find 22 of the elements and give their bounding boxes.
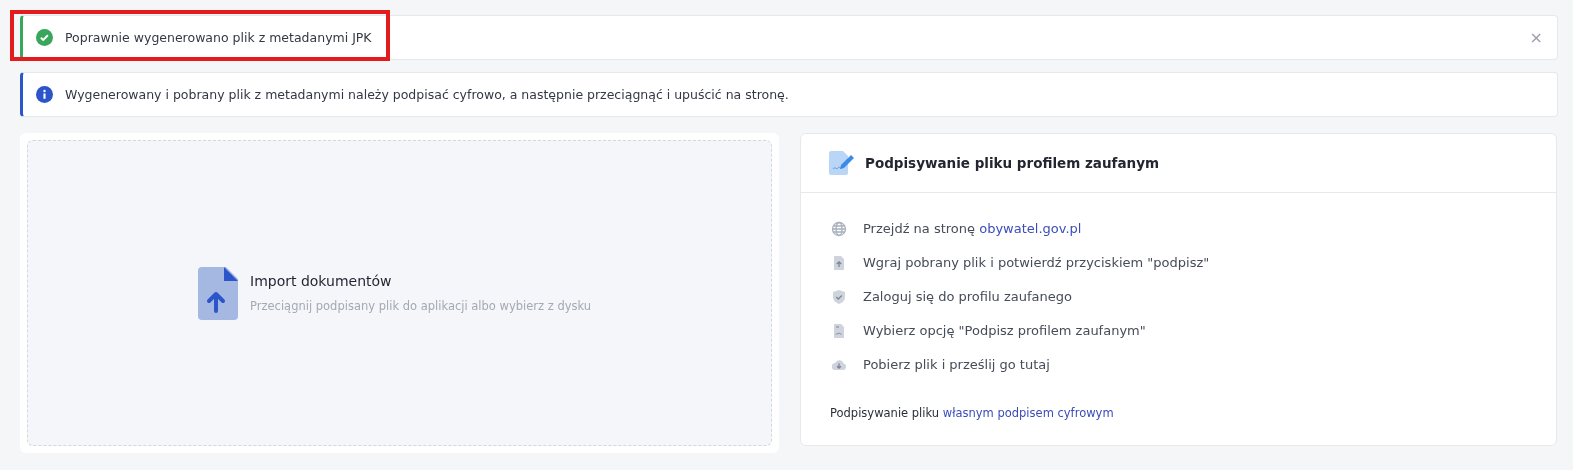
shield-check-icon xyxy=(831,288,847,305)
step-text: Wgraj pobrany plik i potwierdź przyciskiem "podpisz" xyxy=(863,255,1210,270)
step-text: Przejdź na stronę obywatel.gov.pl xyxy=(863,221,1082,236)
document-icon xyxy=(831,322,847,339)
step-text: Wybierz opcję "Podpisz profilem zaufanym" xyxy=(863,323,1146,338)
step-text: Pobierz plik i prześlij go tutaj xyxy=(863,357,1050,372)
check-circle-icon xyxy=(36,29,53,46)
footer-text: Podpisywanie pliku własnym podpisem cyfrowym xyxy=(830,406,1114,420)
dropzone-hint: Przeciągnij podpisany plik do aplikacji albo wybierz z dysku xyxy=(250,299,592,313)
file-upload-icon xyxy=(198,266,238,320)
document-pen-icon xyxy=(829,151,855,175)
dropzone[interactable]: Import dokumentów Przeciągnij podpisany plik do aplikacji albo wybierz z dysku xyxy=(27,140,772,446)
globe-icon xyxy=(831,220,847,237)
card-title: Podpisywanie pliku profilem zaufanym xyxy=(865,155,1160,171)
step-text: Zaloguj się do profilu zaufanego xyxy=(863,289,1072,304)
dropzone-title: Import dokumentów xyxy=(250,273,393,289)
alert-message: Wygenerowany i pobrany plik z metadanymi należy podpisać cyfrowo, a następnie przeciągnąć i upuścić na stronę. xyxy=(65,87,790,102)
website-link[interactable]: obywatel.gov.pl xyxy=(979,221,1082,236)
alert-message: Poprawnie wygenerowano plik z metadanymi JPK xyxy=(65,30,373,45)
info-icon xyxy=(36,86,53,103)
file-upload-icon xyxy=(831,254,847,271)
signature-link[interactable]: własnym podpisem cyfrowym xyxy=(942,406,1114,420)
